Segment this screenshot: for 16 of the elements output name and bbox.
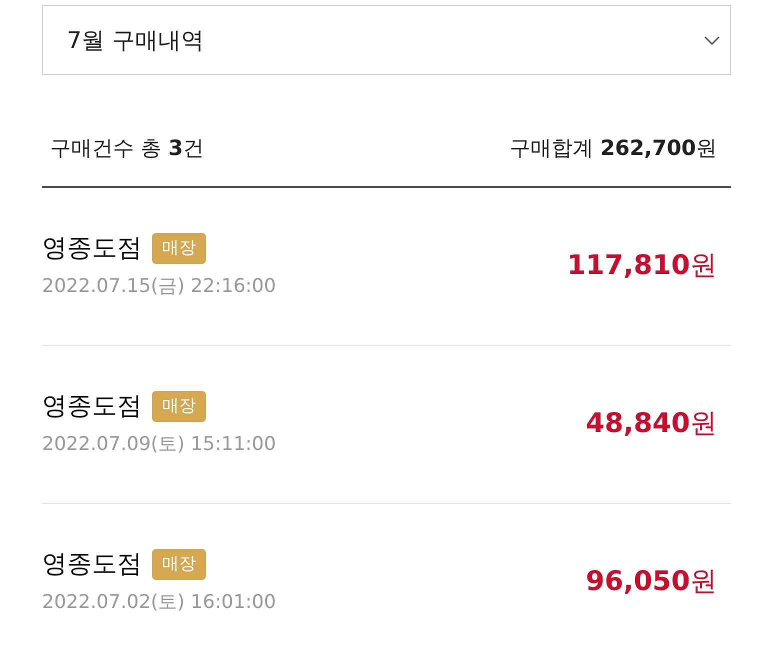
purchase-amount: 48,840원 bbox=[586, 407, 717, 441]
store-type-badge: 매장 bbox=[152, 232, 206, 264]
month-dropdown[interactable]: 7월 구매내역 bbox=[42, 5, 731, 75]
purchase-datetime: 2022.07.09(토) 15:11:00 bbox=[42, 432, 276, 457]
store-name: 영종도점 bbox=[42, 390, 142, 422]
purchase-amount: 96,050원 bbox=[586, 565, 717, 599]
purchase-count-text: 구매건수 총 3건 bbox=[50, 135, 204, 162]
purchase-total-text: 구매합계 262,700원 bbox=[510, 135, 717, 162]
purchase-amount: 117,810원 bbox=[567, 249, 717, 283]
purchase-datetime: 2022.07.15(금) 22:16:00 bbox=[42, 274, 276, 299]
store-name: 영종도점 bbox=[42, 232, 142, 264]
store-name: 영종도점 bbox=[42, 548, 142, 580]
chevron-down-icon bbox=[704, 36, 720, 44]
store-type-badge: 매장 bbox=[152, 390, 206, 422]
store-type-badge: 매장 bbox=[152, 548, 206, 580]
purchase-datetime: 2022.07.02(토) 16:01:00 bbox=[42, 590, 276, 615]
